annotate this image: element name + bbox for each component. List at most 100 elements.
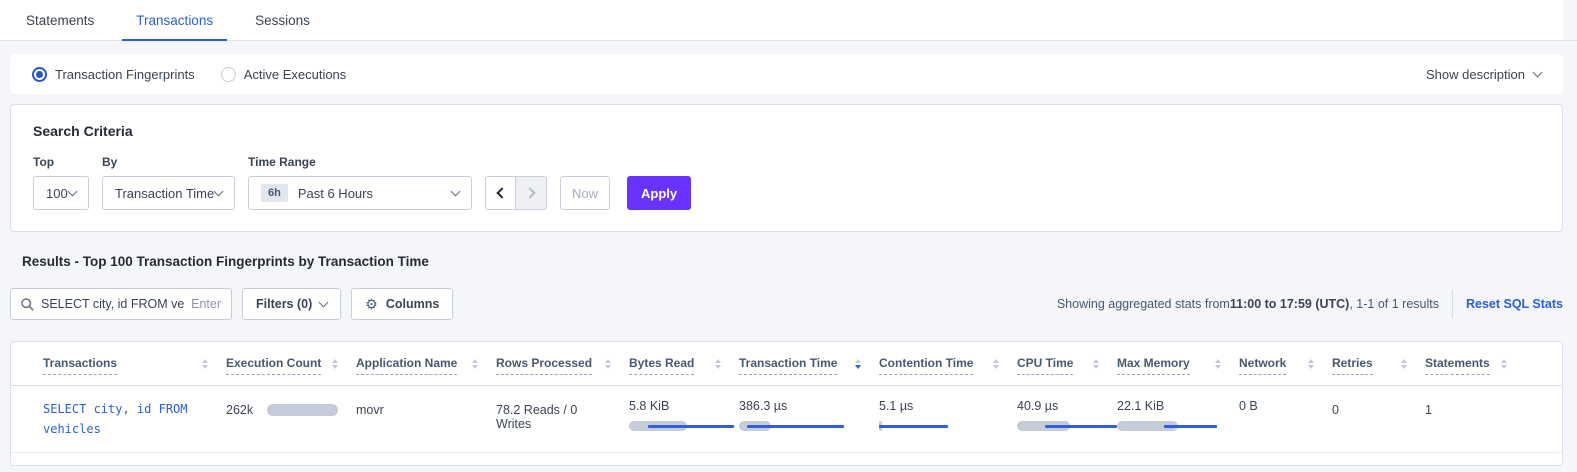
- sort-icon: [1401, 359, 1407, 375]
- by-field: By Transaction Time: [102, 155, 235, 210]
- transactions-table: Transactions Execution Count Application…: [10, 341, 1563, 466]
- table-row: SELECT city, id FROM vehicles 262k movr …: [11, 386, 1562, 453]
- column-header-retries[interactable]: Retries: [1332, 356, 1425, 385]
- radio-selected-icon: [32, 67, 47, 82]
- cell-network: 0 B: [1239, 399, 1332, 440]
- transaction-fingerprint-link[interactable]: SELECT city, id FROM vehicles: [43, 402, 188, 436]
- column-header-rows-processed[interactable]: Rows Processed: [496, 356, 629, 385]
- page-tabs: Statements Transactions Sessions: [0, 0, 1577, 41]
- cpu-time-barchart: [1017, 421, 1122, 431]
- column-header-contention-time[interactable]: Contention Time: [879, 356, 1017, 385]
- sort-icon: [332, 359, 338, 375]
- max-memory-barchart: [1117, 421, 1222, 431]
- column-header-transaction-time[interactable]: Transaction Time: [739, 356, 879, 385]
- bytes-read-barchart: [629, 421, 734, 431]
- cell-transactions: SELECT city, id FROM vehicles: [43, 399, 226, 440]
- results-title: Results - Top 100 Transaction Fingerprin…: [22, 254, 1563, 269]
- cpu-time-value: 40.9 µs: [1017, 399, 1058, 413]
- chevron-left-icon: [496, 187, 507, 198]
- time-range-badge: 6h: [261, 184, 288, 202]
- top-select[interactable]: 100: [33, 176, 89, 210]
- cell-transaction-time: 386.3 µs: [739, 399, 879, 440]
- cell-contention-time: 5.1 µs: [879, 399, 1017, 440]
- transaction-time-value: 386.3 µs: [739, 399, 787, 413]
- tab-statements[interactable]: Statements: [12, 1, 108, 41]
- cell-retries: 0: [1332, 399, 1425, 440]
- show-description-label: Show description: [1426, 67, 1525, 82]
- enter-hint: Enter: [191, 297, 221, 311]
- tab-transactions[interactable]: Transactions: [122, 1, 227, 41]
- sql-search-box[interactable]: Enter: [10, 288, 232, 320]
- radio-transaction-fingerprints[interactable]: Transaction Fingerprints: [32, 67, 195, 82]
- top-label: Top: [33, 155, 89, 169]
- columns-button[interactable]: ⚙ Columns: [351, 288, 453, 320]
- column-header-execution-count[interactable]: Execution Count: [226, 356, 356, 385]
- time-range-label: Time Range: [248, 155, 472, 169]
- retries-value: 0: [1332, 403, 1339, 417]
- gear-icon: ⚙: [365, 296, 378, 313]
- tab-sessions[interactable]: Sessions: [241, 1, 324, 41]
- top-field: Top 100: [33, 155, 89, 210]
- column-header-application-name[interactable]: Application Name: [356, 356, 496, 385]
- radio-unselected-icon: [221, 67, 236, 82]
- radio-label: Transaction Fingerprints: [55, 67, 195, 82]
- now-button[interactable]: Now: [560, 176, 610, 210]
- contention-time-barchart: [879, 421, 984, 431]
- sort-icon: [1093, 359, 1099, 375]
- apply-button[interactable]: Apply: [627, 176, 691, 210]
- max-memory-value: 22.1 KiB: [1117, 399, 1164, 413]
- time-window-nav: [485, 176, 547, 210]
- time-range-field: Time Range 6h Past 6 Hours: [248, 155, 472, 210]
- stats-suffix: , 1-1 of 1 results: [1349, 297, 1439, 311]
- search-criteria-title: Search Criteria: [33, 123, 1540, 139]
- sort-icon: [1215, 359, 1221, 375]
- by-value: Transaction Time: [115, 186, 214, 201]
- chevron-down-icon: [68, 186, 78, 196]
- sort-icon: [715, 359, 721, 375]
- show-description-toggle[interactable]: Show description: [1426, 67, 1541, 82]
- sort-icon: [472, 359, 478, 375]
- column-header-bytes-read[interactable]: Bytes Read: [629, 356, 739, 385]
- sort-icon: [605, 359, 611, 375]
- sql-search-input[interactable]: [41, 297, 185, 311]
- execution-count-bar: [267, 404, 338, 416]
- column-header-cpu-time[interactable]: CPU Time: [1017, 356, 1117, 385]
- column-header-max-memory[interactable]: Max Memory: [1117, 356, 1239, 385]
- stats-prefix: Showing aggregated stats from: [1057, 297, 1230, 311]
- view-toggle-card: Transaction Fingerprints Active Executio…: [10, 54, 1563, 94]
- rows-processed-value: 78.2 Reads / 0 Writes: [496, 403, 577, 431]
- time-range-value: Past 6 Hours: [298, 186, 373, 201]
- columns-label: Columns: [386, 297, 439, 311]
- by-select[interactable]: Transaction Time: [102, 176, 235, 210]
- filters-label: Filters (0): [256, 297, 312, 311]
- transaction-time-barchart: [739, 421, 844, 431]
- chevron-right-icon: [524, 187, 535, 198]
- table-header-row: Transactions Execution Count Application…: [11, 342, 1562, 386]
- cell-bytes-read: 5.8 KiB: [629, 399, 739, 440]
- by-label: By: [102, 155, 235, 169]
- cell-rows-processed: 78.2 Reads / 0 Writes: [496, 399, 629, 440]
- next-time-window-button[interactable]: [516, 176, 547, 210]
- sort-icon: [202, 359, 208, 375]
- cell-max-memory: 22.1 KiB: [1117, 399, 1239, 440]
- execution-count-value: 262k: [226, 403, 253, 417]
- chevron-down-icon: [319, 297, 329, 307]
- cell-statements: 1: [1425, 399, 1525, 440]
- column-header-statements[interactable]: Statements: [1425, 356, 1525, 385]
- cell-application-name: movr: [356, 399, 496, 440]
- search-criteria-card: Search Criteria Top 100 By Transaction T…: [10, 104, 1563, 232]
- application-name-value: movr: [356, 403, 384, 417]
- cell-execution-count: 262k: [226, 399, 356, 440]
- previous-time-window-button[interactable]: [485, 176, 516, 210]
- time-range-select[interactable]: 6h Past 6 Hours: [248, 176, 472, 210]
- column-header-network[interactable]: Network: [1239, 356, 1332, 385]
- sort-icon: [1308, 359, 1314, 375]
- radio-active-executions[interactable]: Active Executions: [221, 67, 347, 82]
- filters-button[interactable]: Filters (0): [242, 288, 341, 320]
- contention-time-value: 5.1 µs: [879, 399, 913, 413]
- chevron-down-icon: [1533, 67, 1543, 77]
- column-header-transactions[interactable]: Transactions: [43, 356, 226, 385]
- reset-sql-stats-link[interactable]: Reset SQL Stats: [1466, 297, 1563, 311]
- sort-icon: [1501, 359, 1507, 375]
- radio-label: Active Executions: [244, 67, 347, 82]
